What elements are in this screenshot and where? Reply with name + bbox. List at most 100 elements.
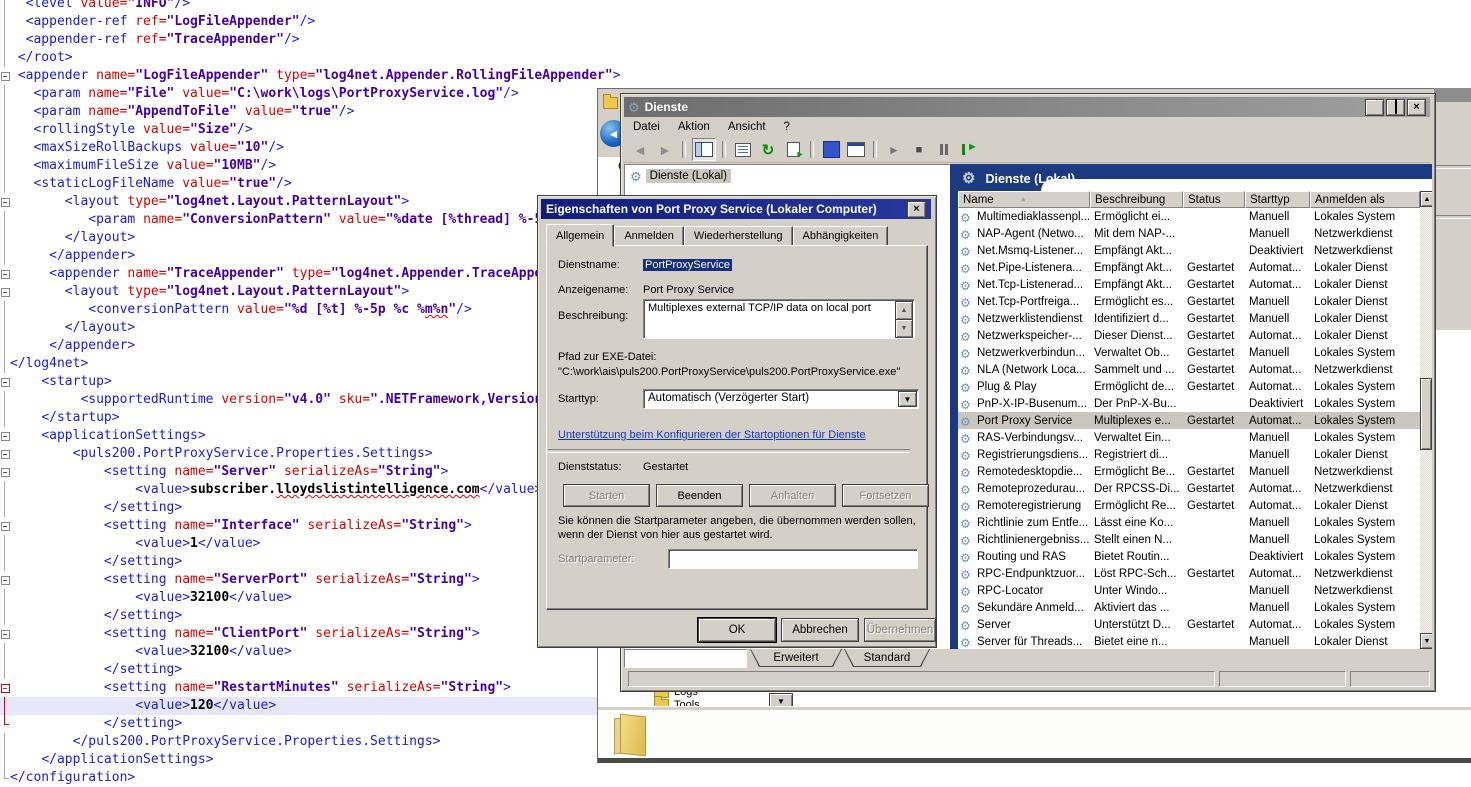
show-tree-icon[interactable] (692, 138, 716, 161)
fold-guide (0, 391, 10, 409)
view-tab-erweitert[interactable]: Erweitert (750, 649, 842, 667)
pause-service-icon[interactable] (933, 139, 955, 160)
tab-allgemein[interactable]: Allgemein (546, 224, 614, 247)
extended-view-icon[interactable] (845, 139, 867, 160)
forward-icon[interactable]: ► (654, 139, 676, 160)
service-icon: ⚙ (960, 229, 971, 240)
properties-icon[interactable] (732, 139, 754, 160)
startoptions-help-link[interactable]: Unterstützung beim Konfigurieren der Sta… (558, 429, 866, 441)
fold-marker-icon[interactable] (0, 625, 10, 643)
ok-button[interactable]: OK (698, 618, 776, 642)
code-line[interactable]: </root> (0, 49, 1471, 67)
service-row[interactable]: ⚙Net.Tcp-Portfreiga...Ermöglicht es...Ge… (958, 293, 1420, 310)
scroll-up-button[interactable]: ▲ (1420, 191, 1432, 207)
fold-marker-icon[interactable] (0, 463, 10, 481)
service-row[interactable]: ⚙NLA (Network Loca...Sammelt und ...Gest… (958, 361, 1420, 378)
refresh-icon[interactable]: ↻ (757, 139, 779, 160)
startparameter-note: Sie können die Startparameter angeben, d… (558, 514, 916, 542)
pfad-value: "C:\work\ais\puls200.PortProxyService\pu… (558, 366, 900, 378)
fold-guide (0, 319, 10, 337)
service-row[interactable]: ⚙RAS-Verbindungsv...Verwaltet Ein...Manu… (958, 429, 1420, 446)
fold-marker-icon[interactable] (0, 193, 10, 211)
menu-item-datei[interactable]: Datei (624, 119, 669, 135)
service-row[interactable]: ⚙Net.Tcp-Listenerad...Empfängt Akt...Ges… (958, 276, 1420, 293)
fold-marker-icon[interactable] (0, 373, 10, 391)
code-line[interactable]: <appender-ref ref="LogFileAppender"/> (0, 13, 1471, 31)
column-header-anmelden-als[interactable]: Anmelden als (1310, 191, 1420, 208)
stop-service-icon[interactable]: ■ (908, 139, 930, 160)
service-row[interactable]: ⚙Net.Pipe-Listenera...Empfängt Akt...Ges… (958, 259, 1420, 276)
export-list-icon[interactable] (782, 139, 804, 160)
service-row[interactable]: ⚙Routing und RASBietet Routin...Deaktivi… (958, 548, 1420, 565)
tab-abhangigkeiten[interactable]: Abhängigkeiten (793, 226, 889, 246)
code-line[interactable]: </configuration> (0, 769, 1471, 787)
service-row[interactable]: ⚙RPC-Endpunktzuor...Löst RPC-Sch...Gesta… (958, 565, 1420, 582)
service-row[interactable]: ⚙Sekundäre Anmeld...Aktiviert das ...Man… (958, 599, 1420, 616)
service-row[interactable]: ⚙NAP-Agent (Netwo...Mit dem NAP-...Manue… (958, 225, 1420, 242)
fold-marker-icon[interactable] (0, 67, 10, 85)
fold-marker-icon[interactable] (0, 283, 10, 301)
menu-item-ansicht[interactable]: Ansicht (719, 119, 775, 135)
column-header-name[interactable]: Name▲ (958, 191, 1090, 208)
service-row[interactable]: ⚙PnP-X-IP-Busenum...Der PnP-X-Bu...Deakt… (958, 395, 1420, 412)
maximize-button[interactable] (1386, 99, 1405, 116)
vertical-scrollbar[interactable]: ▲ ▼ (1420, 191, 1432, 649)
service-row[interactable]: ⚙Richtlinie zum Entfe...Lässt eine Ko...… (958, 514, 1420, 531)
scrollbar-thumb[interactable] (1420, 378, 1432, 450)
fold-marker-icon[interactable] (0, 571, 10, 589)
scroll-down-button[interactable]: ▼ (1420, 633, 1432, 649)
service-logon: Lokales System (1310, 415, 1420, 427)
close-button[interactable]: × (907, 201, 926, 218)
chevron-down-icon[interactable]: ▼ (898, 391, 917, 407)
starttyp-combobox[interactable]: Automatisch (Verzögerter Start) ▼ (643, 389, 919, 409)
start-service-icon[interactable]: ► (883, 139, 905, 160)
close-icon: × (913, 204, 919, 215)
beenden-button[interactable]: Beenden (656, 484, 743, 507)
beschreibung-field[interactable]: Multiplexes external TCP/IP data on loca… (643, 299, 915, 339)
fold-marker-icon[interactable] (0, 679, 10, 697)
help-icon[interactable] (820, 139, 842, 160)
service-row[interactable]: ⚙Netzwerkverbindun...Verwaltet Ob...Gest… (958, 344, 1420, 361)
back-icon[interactable]: ◄ (629, 139, 651, 160)
service-row[interactable]: ⚙Server für Threads...Bietet eine n...Ma… (958, 633, 1420, 649)
tree-item-dienste-lokal[interactable]: ⚙ Dienste (Lokal) (630, 169, 731, 183)
service-row[interactable]: ⚙RemoteregistrierungErmöglicht Re...Gest… (958, 497, 1420, 514)
code-line[interactable]: <appender-ref ref="TraceAppender"/> (0, 31, 1471, 49)
service-row[interactable]: ⚙Multimediaklassenpl...Ermöglicht ei...M… (958, 208, 1420, 225)
column-header-starttyp[interactable]: Starttyp (1245, 191, 1310, 208)
minimize-button[interactable] (1365, 99, 1384, 116)
fold-marker-icon[interactable] (0, 517, 10, 535)
close-button[interactable]: × (1407, 99, 1426, 116)
service-row[interactable]: ⚙Port Proxy ServiceMultiplexes e...Gesta… (958, 412, 1420, 429)
code-line[interactable]: <level value="INFO"/> (0, 0, 1471, 13)
scroll-down-button[interactable]: ▼ (895, 319, 913, 338)
code-line[interactable]: <appender name="LogFileAppender" type="l… (0, 67, 1471, 85)
tab-wiederherstellung[interactable]: Wiederherstellung (684, 226, 793, 246)
fold-marker-icon[interactable] (0, 445, 10, 463)
fold-marker-icon[interactable] (0, 265, 10, 283)
service-row[interactable]: ⚙Netzwerkspeicher-...Dieser Dienst...Ges… (958, 327, 1420, 344)
menu-item-aktion[interactable]: Aktion (669, 119, 719, 135)
column-header-status[interactable]: Status (1183, 191, 1245, 208)
service-row[interactable]: ⚙Remoteprozedurau...Der RPCSS-Di...Gesta… (958, 480, 1420, 497)
service-row[interactable]: ⚙Richtlinienergebniss...Stellt einen N..… (958, 531, 1420, 548)
menu-item-?[interactable]: ? (775, 119, 799, 135)
service-row[interactable]: ⚙Registrierungsdiens...Registriert di...… (958, 446, 1420, 463)
service-row[interactable]: ⚙Remotedesktopdie...Ermöglicht Be...Gest… (958, 463, 1420, 480)
scroll-up-button[interactable]: ▲ (895, 301, 913, 320)
tab-anmelden[interactable]: Anmelden (614, 226, 684, 246)
service-row[interactable]: ⚙ServerUnterstützt D...GestartetAutomat.… (958, 616, 1420, 633)
service-row[interactable]: ⚙Net.Msmq-Listener...Empfängt Akt...Deak… (958, 242, 1420, 259)
cancel-button[interactable]: Abbrechen (781, 618, 859, 642)
service-row[interactable]: ⚙NetzwerklistendienstIdentifiziert d...G… (958, 310, 1420, 327)
fold-marker-icon[interactable] (0, 427, 10, 445)
view-tab-standard[interactable]: Standard (844, 649, 930, 667)
services-titlebar[interactable]: ⚙ Dienste × (624, 97, 1430, 117)
column-header-beschreibung[interactable]: Beschreibung (1090, 191, 1183, 208)
service-row[interactable]: ⚙RPC-LocatorUnter Windo...ManuellNetzwer… (958, 582, 1420, 599)
dialog-titlebar[interactable]: Eigenschaften von Port Proxy Service (Lo… (541, 199, 931, 219)
service-row[interactable]: ⚙Plug & PlayErmöglicht de...GestartetAut… (958, 378, 1420, 395)
service-status: Gestartet (1183, 500, 1245, 512)
restart-service-icon[interactable] (958, 139, 980, 160)
service-name: ⚙Remoteregistrierung (958, 500, 1090, 512)
